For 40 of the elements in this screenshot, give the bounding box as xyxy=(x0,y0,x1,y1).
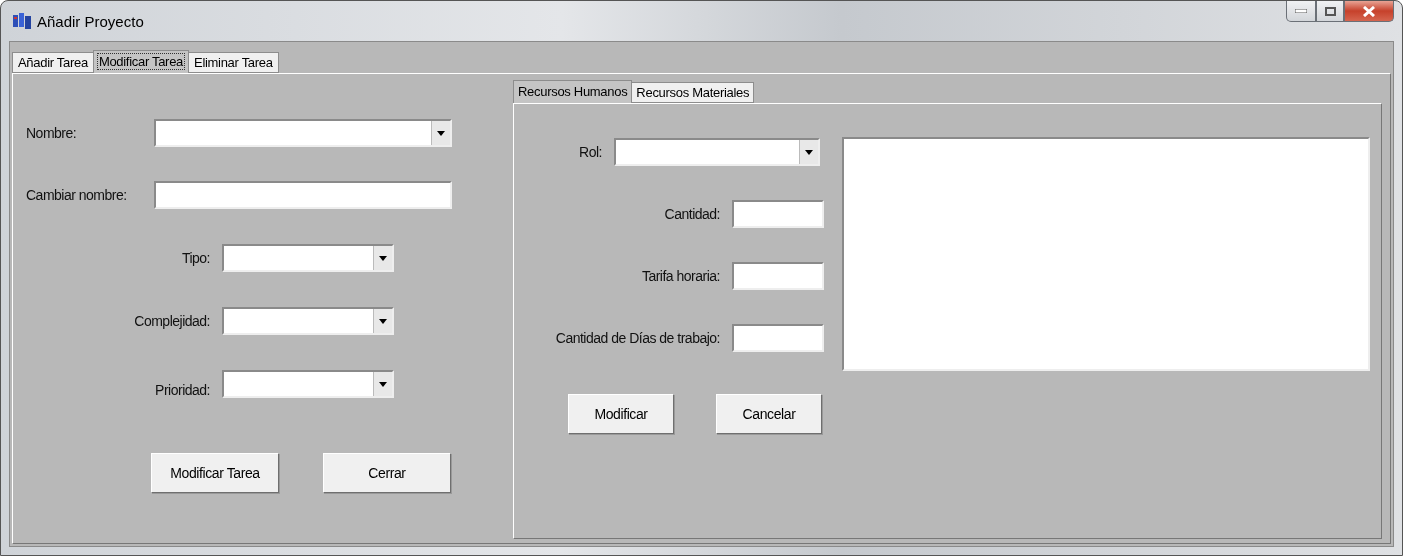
tab[interactable]: Eliminar Tarea xyxy=(188,52,279,73)
dropdown-field[interactable] xyxy=(154,119,452,147)
window-title: Añadir Proyecto xyxy=(37,12,144,30)
maximize-button[interactable] xyxy=(1316,1,1344,22)
text-field[interactable] xyxy=(732,324,824,352)
tab[interactable]: Recursos Materiales xyxy=(631,82,755,103)
dropdown-field[interactable] xyxy=(222,244,394,272)
field-label: Cambiar nombre: xyxy=(26,187,128,203)
action-button[interactable]: Modificar Tarea xyxy=(151,453,279,493)
close-button[interactable] xyxy=(1344,1,1394,22)
field-label: Tipo: xyxy=(180,250,211,266)
dropdown-field[interactable] xyxy=(222,370,394,398)
app-icon xyxy=(13,13,31,29)
field-label: Cantidad: xyxy=(663,206,721,222)
field-label: Cantidad de Días de trabajo: xyxy=(554,330,721,346)
minimize-button[interactable] xyxy=(1286,1,1316,22)
tab[interactable]: Añadir Tarea xyxy=(12,52,94,73)
dropdown-arrow-icon[interactable] xyxy=(805,149,813,155)
dropdown-arrow-icon[interactable] xyxy=(379,381,387,387)
action-button[interactable]: Cerrar xyxy=(323,453,451,493)
field-label: Prioridad: xyxy=(154,382,211,398)
dropdown-field[interactable] xyxy=(222,307,394,335)
maximize-icon xyxy=(1324,6,1336,16)
close-icon xyxy=(1363,5,1375,17)
minimize-icon xyxy=(1295,9,1307,13)
text-field[interactable] xyxy=(154,181,452,209)
tab[interactable]: Recursos Humanos xyxy=(513,80,633,103)
tab[interactable]: Modificar Tarea xyxy=(92,50,189,73)
text-field[interactable] xyxy=(732,262,824,290)
dropdown-arrow-icon[interactable] xyxy=(437,130,445,136)
dropdown-field[interactable] xyxy=(614,138,820,166)
dropdown-arrow-icon[interactable] xyxy=(379,318,387,324)
field-label: Nombre: xyxy=(26,125,78,141)
field-label: Complejidad: xyxy=(133,313,211,329)
text-field[interactable] xyxy=(732,200,824,228)
field-label: Tarifa horaria: xyxy=(640,268,721,284)
action-button[interactable]: Modificar xyxy=(568,394,674,434)
action-button[interactable]: Cancelar xyxy=(716,394,822,434)
dropdown-arrow-icon[interactable] xyxy=(379,255,387,261)
field-label: Rol: xyxy=(578,144,603,160)
